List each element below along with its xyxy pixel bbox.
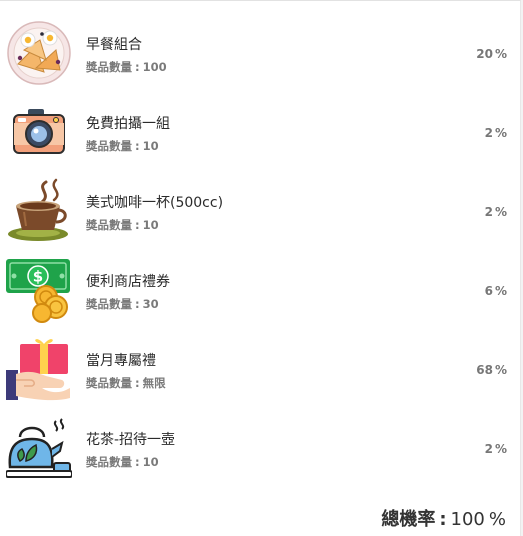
prize-quantity: 獎品數量:10 [86,138,159,154]
quantity-value: 無限 [142,376,166,390]
quantity-colon: : [135,376,140,390]
prize-row: 美式咖啡一杯(500cc) 獎品數量:10 2% [0,172,521,251]
prize-quantity: 獎品數量:10 [86,454,159,470]
quantity-colon: : [135,218,140,232]
coffee-cup-icon [6,178,72,244]
percent-sign: % [494,442,507,456]
quantity-colon: : [135,297,140,311]
prize-probability: 6% [485,284,507,298]
quantity-colon: : [135,139,140,153]
prize-quantity: 獎品數量:30 [86,296,159,312]
quantity-value: 30 [142,297,159,311]
breakfast-plate-icon [6,20,72,86]
quantity-label: 獎品數量 [86,139,132,153]
probability-value: 2 [484,442,493,456]
probability-value: 6 [484,284,493,298]
percent-sign: % [494,47,507,61]
percent-sign: % [494,363,507,377]
quantity-label: 獎品數量 [86,376,132,390]
gift-box-icon [6,336,72,402]
probability-value: 68 [476,363,493,377]
prize-list-card: 早餐組合 獎品數量:100 20% 免費拍攝一組 獎品數量:10 2% 美式咖啡… [0,0,521,536]
prize-probability: 2% [485,126,507,140]
prize-probability: 20% [476,47,507,61]
prize-row: 早餐組合 獎品數量:100 20% [0,14,521,93]
percent-sign: % [494,284,507,298]
cash-coins-icon: $ [6,257,72,323]
prize-name: 便利商店禮券 [86,274,170,290]
probability-value: 2 [484,126,493,140]
quantity-colon: : [135,60,140,74]
probability-value: 20 [476,47,493,61]
teapot-icon [6,415,72,481]
percent-sign: % [488,509,506,530]
camera-icon [6,99,72,165]
prize-probability: 2% [485,205,507,219]
prize-name: 當月專屬禮 [86,353,156,369]
percent-sign: % [494,205,507,219]
total-value: 100 [450,509,485,530]
quantity-label: 獎品數量 [86,60,132,74]
prize-probability: 68% [476,363,507,377]
prize-name: 免費拍攝一組 [86,116,170,132]
prize-name: 早餐組合 [86,37,142,53]
prize-quantity: 獎品數量:100 [86,59,167,75]
quantity-value: 10 [142,139,159,153]
total-label: 總機率 [381,509,436,530]
percent-sign: % [494,126,507,140]
quantity-label: 獎品數量 [86,218,132,232]
prize-row: $ 便利商店禮券 獎品數量:30 6% [0,251,521,330]
prize-name: 花茶-招待一壺 [86,432,176,448]
prize-quantity: 獎品數量: 無限 [86,375,166,391]
prize-probability: 2% [485,442,507,456]
prize-quantity: 獎品數量:10 [86,217,159,233]
svg-text:$: $ [33,268,43,286]
prize-row: 當月專屬禮 獎品數量: 無限 68% [0,330,521,409]
probability-value: 2 [484,205,493,219]
prize-name: 美式咖啡一杯(500cc) [86,195,224,211]
quantity-label: 獎品數量 [86,455,132,469]
prize-row: 免費拍攝一組 獎品數量:10 2% [0,93,521,172]
quantity-value: 10 [142,455,159,469]
total-probability: 總機率:100% [381,505,506,531]
quantity-label: 獎品數量 [86,297,132,311]
prize-row: 花茶-招待一壺 獎品數量:10 2% [0,409,521,488]
quantity-value: 10 [142,218,159,232]
total-colon: : [439,509,447,530]
quantity-value: 100 [142,60,167,74]
quantity-colon: : [135,455,140,469]
